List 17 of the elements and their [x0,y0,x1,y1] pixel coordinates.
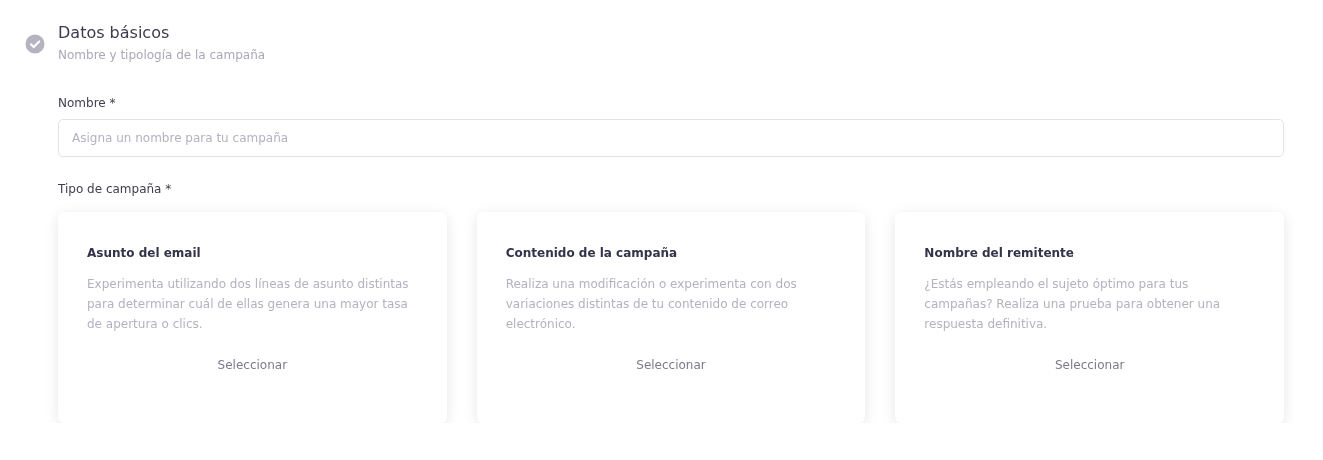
step-subtitle: Nombre y tipología de la campaña [58,48,267,62]
card-description: Experimenta utilizando dos líneas de asunto distintas para determinar cuál de ellas genera una mayor tasa de apertura o clics. [87,276,410,333]
card-title: Asunto del email [87,246,202,260]
card-title: Nombre del remitente [924,246,1075,260]
field-label: Nombre * [58,96,117,110]
option-card[interactable]: Nombre del remitente ¿Estás empleando el sujeto óptimo para tus campañas? Realiza una prueba para obtener una respuesta definitiva. Seleccionar [895,212,1284,423]
card-description: Realiza una modificación o experimenta con dos variaciones distintas de tu contenido de correo electrónico. [505,276,798,333]
select-button[interactable]: Seleccionar [628,354,714,376]
field-label: Tipo de campaña * [58,182,173,196]
option-card[interactable]: Contenido de la campaña Realiza una modificación o experimenta con dos variaciones distintas de tu contenido de correo electrónico. Seleccionar [476,212,866,423]
select-button[interactable]: Seleccionar [1046,354,1133,376]
card-title: Contenido de la campaña [505,246,679,260]
option-card[interactable]: Asunto del email Experimenta utilizando dos líneas de asunto distintas para determinar cuál de ellas genera una mayor tasa de apertura o clics. Seleccionar [58,212,447,423]
step-title: Datos básicos [58,22,171,44]
name-input-field[interactable]: Asigna un nombre para tu campaña [58,119,1284,157]
card-description: ¿Estás empleando el sujeto óptimo para tus campañas? Realiza una prueba para obtener una respuesta definitiva. [924,276,1222,333]
select-button[interactable]: Seleccionar [209,354,296,376]
